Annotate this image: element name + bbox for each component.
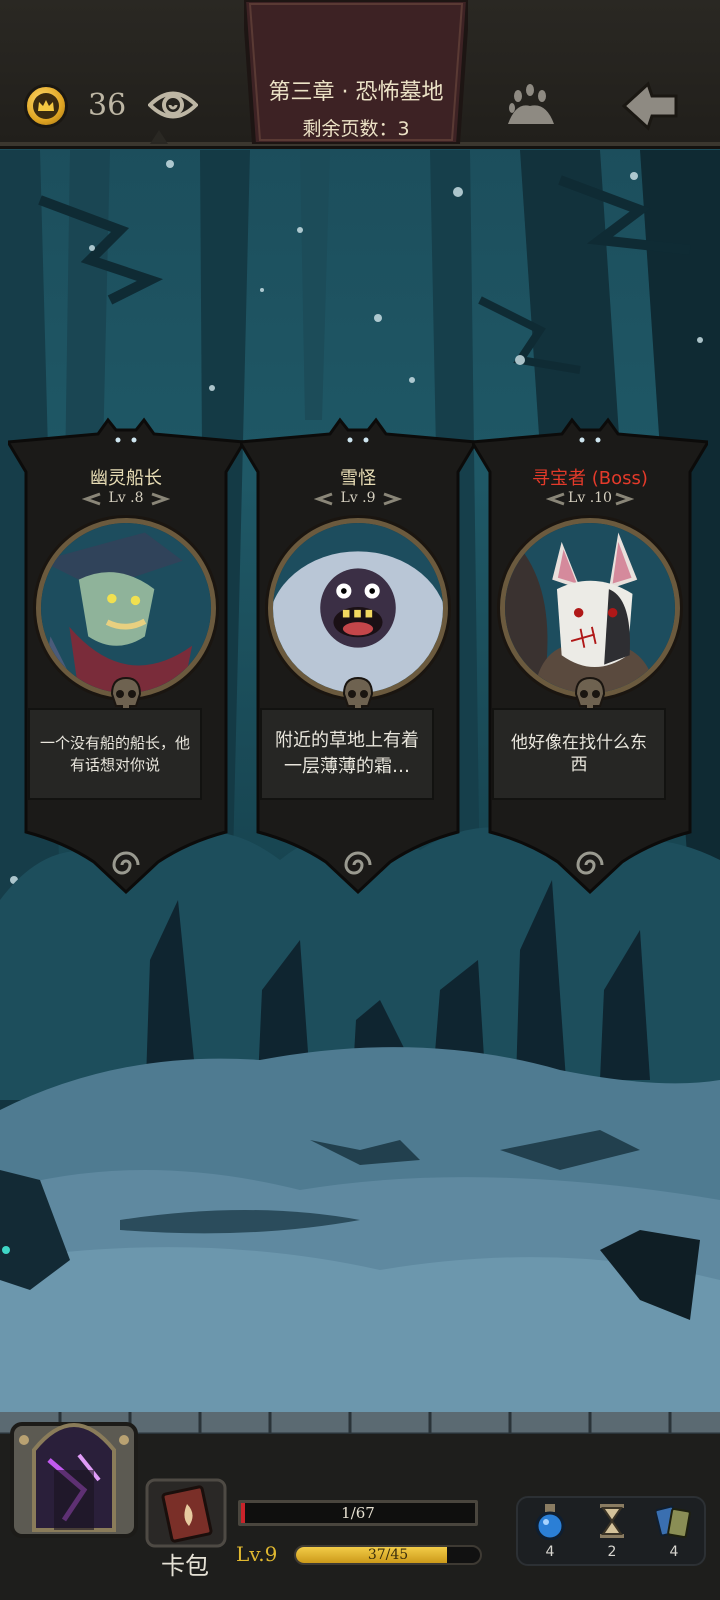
health-bar: 1/67 [238, 1500, 478, 1526]
potion-slot[interactable]: 4 [522, 1502, 578, 1564]
encounter-level: Lv .9 [340, 490, 376, 506]
crown-coin-icon [24, 84, 68, 128]
encounter-level: Lv .10 [568, 490, 612, 506]
spiral-rune-icon [344, 851, 372, 875]
encounter-card-treasure-hunter-boss[interactable]: 寻宝者 (Boss) Lv .10 他好像在找什么东西 [472, 412, 708, 908]
cards-slot[interactable]: 4 [646, 1502, 702, 1564]
level-ornament-right-icon [615, 492, 634, 506]
hourglass-count: 2 [607, 1544, 617, 1560]
eye-icon[interactable] [148, 86, 198, 124]
potion-count: 4 [545, 1544, 555, 1560]
encounter-name: 寻宝者 (Boss) [532, 468, 648, 489]
inventory-panel: 4 2 4 [516, 1496, 706, 1566]
treasure-hunter-portrait [500, 518, 680, 698]
ghost-captain-portrait [36, 518, 216, 698]
spiral-rune-icon [576, 851, 604, 875]
level-ornament-right-icon [383, 492, 402, 506]
hourglass-icon [600, 1504, 624, 1538]
back-arrow-icon[interactable] [622, 80, 678, 132]
encounter-description: 附近的草地上有着一层薄薄的霜… [260, 708, 434, 800]
experience-bar: 37/45 [294, 1545, 482, 1565]
card-bag-icon[interactable] [145, 1478, 227, 1548]
encounter-name: 雪怪 [340, 468, 376, 489]
spiral-rune-icon [112, 851, 140, 875]
hourglass-slot[interactable]: 2 [584, 1502, 640, 1564]
encounter-description: 一个没有船的船长，他有话想对你说 [28, 708, 202, 800]
player-level: Lv.9 [236, 1542, 278, 1566]
encounter-card-ghost-captain[interactable]: 幽灵船长 Lv .8 一个没有船的船长，他有话想对你说 [8, 412, 244, 908]
encounter-description: 他好像在找什么东西 [492, 708, 666, 800]
potion-icon [535, 1504, 565, 1540]
experience-text: 37/45 [367, 1547, 409, 1563]
level-ornament-right-icon [151, 492, 170, 506]
encounter-card-yeti[interactable]: 雪怪 Lv .9 附近的草地上有着一层薄薄的霜… [240, 412, 476, 908]
coin-count: 36 [88, 88, 127, 123]
cards-icon [656, 1505, 691, 1539]
pages-left: 剩余页数：3 [302, 118, 410, 140]
encounter-level: Lv .8 [108, 490, 144, 506]
yeti-portrait [268, 518, 448, 698]
eye-tab-indicator [150, 130, 168, 144]
health-text: 1/67 [341, 1504, 375, 1522]
chapter-title: 第三章 · 恐怖墓地 [268, 80, 444, 105]
hero-portrait-avatar[interactable] [4, 1400, 144, 1540]
card-bag-label[interactable]: 卡包 [150, 1546, 220, 1581]
paw-prints-icon[interactable] [502, 82, 558, 130]
encounter-name: 幽灵船长 [90, 468, 162, 489]
cards-count: 4 [669, 1544, 679, 1560]
